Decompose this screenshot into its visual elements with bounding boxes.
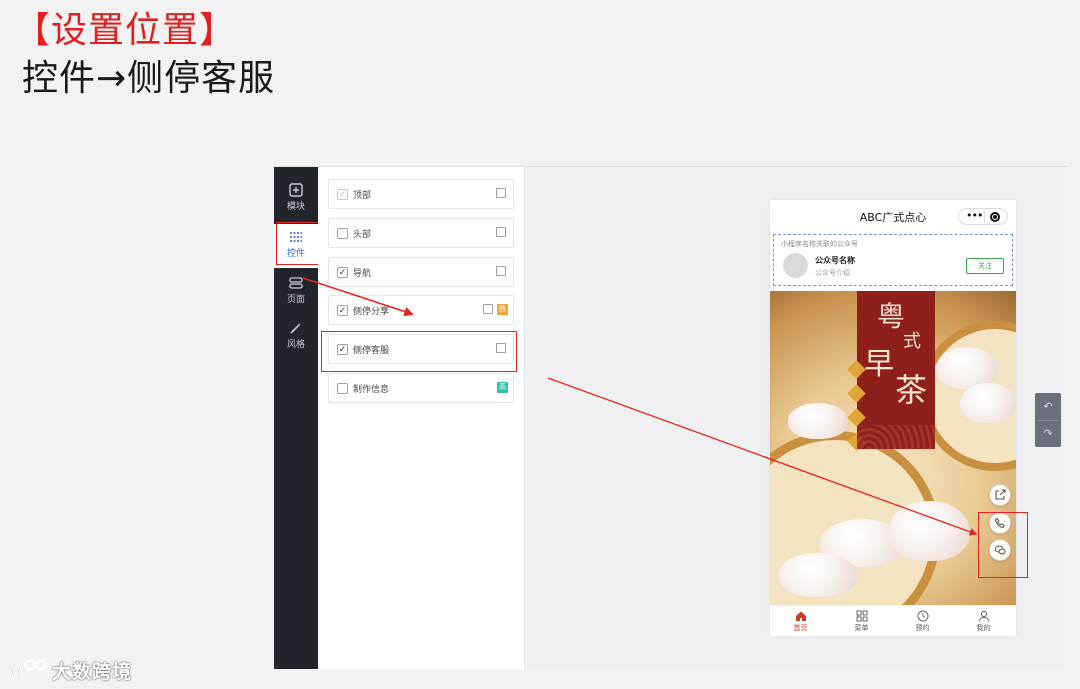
more-icon[interactable]: ••• xyxy=(966,210,983,222)
checkbox[interactable]: ✓ xyxy=(337,267,348,278)
rail-item-label: 风格 xyxy=(286,340,305,350)
premium-tag: 高 xyxy=(497,382,508,393)
poster-char: 式 xyxy=(903,331,921,352)
poster-panel: 粤 式 早 茶 xyxy=(847,291,935,451)
control-row-top[interactable]: ✓ 顶部 xyxy=(328,179,514,209)
control-row-credits[interactable]: 制作信息 高 xyxy=(328,373,514,403)
home-icon xyxy=(795,611,806,621)
control-row-nav[interactable]: ✓ 导航 xyxy=(328,257,514,287)
hot-tag: 热 xyxy=(497,304,508,315)
control-label: 顶部 xyxy=(353,191,372,201)
layers-icon xyxy=(289,277,303,289)
checkbox[interactable] xyxy=(337,228,348,239)
oa-name: 公众号名称 xyxy=(815,256,855,265)
float-share-button[interactable] xyxy=(989,484,1011,506)
float-highlight-box xyxy=(978,512,1028,578)
control-highlight-box xyxy=(321,331,517,372)
poster-char: 茶 xyxy=(895,371,928,409)
tab-profile[interactable]: 我的 xyxy=(953,606,1014,637)
editor-window: 模块 控件 页面 风格 ✓ 顶部 头部 ✓ 导航 ✓ 侧停分享 热 ✓ 侧停客服… xyxy=(274,166,1067,669)
poster-char: 早 xyxy=(864,347,894,382)
tag-diamond xyxy=(847,408,866,427)
official-account-card[interactable]: 小程序名称关联的公众号 公众号名称 公众号介绍 关注 xyxy=(773,234,1013,286)
tab-label: 我的 xyxy=(976,624,991,632)
checkbox[interactable]: ✓ xyxy=(337,189,348,200)
rail-highlight-box xyxy=(276,222,322,265)
user-icon xyxy=(978,610,989,622)
tab-booking[interactable]: 预约 xyxy=(892,606,953,637)
controls-panel: ✓ 顶部 头部 ✓ 导航 ✓ 侧停分享 热 ✓ 侧停客服 制作信息 高 xyxy=(318,167,525,669)
tab-label: 预约 xyxy=(915,624,930,632)
edit-icon[interactable] xyxy=(483,304,493,314)
control-label: 导航 xyxy=(353,269,372,279)
page-title: 【设置位置】 xyxy=(14,10,237,51)
phone-nav-bar: ABC广式点心 ••• xyxy=(770,200,1016,232)
edit-icon[interactable] xyxy=(496,227,506,237)
follow-button[interactable]: 关注 xyxy=(966,258,1004,274)
redo-button[interactable]: ↷ xyxy=(1035,420,1061,447)
checkbox[interactable]: ✓ xyxy=(337,305,348,316)
control-label: 侧停分享 xyxy=(353,307,390,317)
control-label: 制作信息 xyxy=(353,385,390,395)
tab-label: 首页 xyxy=(793,624,808,632)
oa-intro: 公众号介绍 xyxy=(815,269,850,277)
edit-icon[interactable] xyxy=(496,266,506,276)
control-row-head[interactable]: 头部 xyxy=(328,218,514,248)
control-label: 头部 xyxy=(353,230,372,240)
tab-label: 菜单 xyxy=(854,624,869,632)
oa-hint: 小程序名称关联的公众号 xyxy=(781,240,858,248)
dumpling xyxy=(888,501,970,561)
magic-wand-icon xyxy=(290,323,301,334)
capsule-menu[interactable]: ••• xyxy=(958,208,1008,225)
watermark-logo-icon xyxy=(11,659,47,679)
history-tools: ↶ ↷ xyxy=(1035,393,1061,447)
watermark-text: 大数跨境 xyxy=(52,661,133,683)
edit-icon[interactable] xyxy=(496,188,506,198)
checkbox[interactable] xyxy=(337,383,348,394)
grid-icon xyxy=(856,610,867,622)
dumpling xyxy=(788,403,848,439)
poster-char: 粤 xyxy=(877,300,906,333)
clock-icon xyxy=(917,610,928,622)
dumpling xyxy=(960,383,1016,423)
rail-item-modules[interactable]: 模块 xyxy=(274,177,318,221)
plus-square-icon xyxy=(289,183,303,197)
rail-item-label: 模块 xyxy=(286,202,305,212)
control-row-side-share[interactable]: ✓ 侧停分享 热 xyxy=(328,295,514,325)
avatar xyxy=(783,253,808,278)
tag-diamond xyxy=(847,360,866,379)
tab-bar: 首页 菜单 预约 我的 xyxy=(770,605,1016,636)
undo-button[interactable]: ↶ xyxy=(1035,393,1061,420)
page-subtitle: 控件→侧停客服 xyxy=(22,58,276,99)
tab-home[interactable]: 首页 xyxy=(770,606,831,637)
capsule-divider xyxy=(984,212,985,222)
rail-item-style[interactable]: 风格 xyxy=(274,315,318,359)
rail-item-label: 页面 xyxy=(286,295,305,305)
tag-diamond xyxy=(847,384,866,403)
share-icon xyxy=(995,489,1006,500)
close-target-icon[interactable] xyxy=(990,212,1000,222)
rail-item-pages[interactable]: 页面 xyxy=(274,270,318,314)
tab-menu[interactable]: 菜单 xyxy=(831,606,892,637)
wave-pattern xyxy=(857,425,935,449)
dumpling xyxy=(778,553,858,597)
